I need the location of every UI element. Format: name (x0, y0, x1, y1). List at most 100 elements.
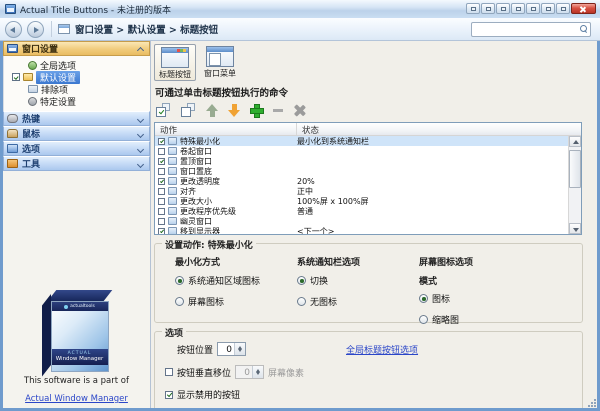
row-checkbox[interactable] (158, 208, 165, 215)
awm-link[interactable]: Actual Window Manager (25, 394, 128, 404)
back-button[interactable] (5, 21, 22, 38)
row-checkbox[interactable] (158, 148, 165, 155)
screen-icon-options-column: 屏幕图标选项 模式 图标 缩略图 (419, 255, 569, 334)
window-menu-tab-icon (206, 46, 234, 67)
global-title-buttons-link[interactable]: 全局标题按钮选项 (346, 343, 418, 356)
table-row[interactable]: 移到显示器 <下一个> (155, 226, 568, 235)
sidebar-section-options[interactable]: 选项 (3, 141, 150, 156)
stepper-arrows-icon[interactable] (234, 343, 245, 355)
restore-button[interactable] (556, 3, 570, 14)
row-checkbox[interactable] (158, 188, 165, 195)
custom-title-button-icon[interactable] (496, 3, 510, 14)
scroll-down-icon[interactable] (569, 223, 581, 234)
tree-checkbox[interactable] (12, 73, 20, 81)
sidebar-section-hotkeys[interactable]: 热键 (3, 111, 150, 126)
window-settings-icon (7, 44, 18, 53)
table-scrollbar[interactable] (568, 136, 581, 234)
search-input[interactable] (474, 24, 574, 35)
radio-label: 无图标 (310, 295, 337, 308)
row-checkbox[interactable] (158, 158, 165, 165)
radio-screen-icon[interactable]: 屏幕图标 (175, 295, 297, 308)
sidebar: 窗口设置 全局选项 默认设置 排除项 (3, 41, 151, 408)
button-position-row: 按钮位置 0 全局标题按钮选项 (177, 342, 582, 356)
table-row[interactable]: 更改程序优先级 普通 (155, 206, 568, 216)
table-row[interactable]: 更改大小 100%屏 x 100%屏 (155, 196, 568, 206)
box-top-face (47, 290, 112, 301)
button-position-stepper[interactable]: 0 (217, 342, 246, 356)
custom-title-button-icon[interactable] (466, 3, 480, 14)
column-header-status[interactable]: 状态 (297, 123, 319, 135)
global-options-icon (28, 61, 37, 70)
section-label: 工具 (22, 157, 40, 170)
table-row[interactable]: 幽灵窗口 (155, 216, 568, 226)
column-title: 最小化方式 (175, 255, 297, 268)
sidebar-section-window-settings[interactable]: 窗口设置 (3, 41, 150, 56)
add-icon[interactable] (250, 104, 264, 118)
move-down-icon[interactable] (228, 103, 241, 118)
tree-item-specific-settings[interactable]: 特定设置 (4, 95, 150, 107)
row-checkbox[interactable] (158, 218, 165, 225)
radio-icon[interactable] (175, 297, 184, 306)
chevron-down-icon[interactable] (138, 116, 144, 122)
radio-toggle[interactable]: 切换 (297, 274, 419, 287)
custom-title-button-icon[interactable] (511, 3, 525, 14)
row-checkbox[interactable] (158, 168, 165, 175)
chevron-down-icon[interactable] (138, 131, 144, 137)
chevron-up-icon[interactable] (138, 46, 144, 52)
minimize-method-column: 最小化方式 系统通知区域图标 屏幕图标 (175, 255, 297, 334)
chevron-down-icon[interactable] (138, 161, 144, 167)
radio-no-icon[interactable]: 无图标 (297, 295, 419, 308)
radio-mode-thumbnail[interactable]: 缩略图 (419, 313, 569, 326)
table-row[interactable]: 对齐 正中 (155, 186, 568, 196)
maximize-button[interactable] (541, 3, 555, 14)
radio-tray-icon[interactable]: 系统通知区域图标 (175, 274, 297, 287)
column-header-action[interactable]: 动作 (155, 123, 297, 135)
custom-title-button-icon[interactable] (481, 3, 495, 14)
scroll-up-icon[interactable] (569, 136, 581, 147)
sidebar-section-tools[interactable]: 工具 (3, 156, 150, 171)
chevron-down-icon[interactable] (138, 146, 144, 152)
table-row[interactable]: 特殊最小化 最小化到系统通知栏 (155, 136, 568, 146)
radio-mode-icon[interactable]: 图标 (419, 292, 569, 305)
radio-selected-icon[interactable] (419, 294, 428, 303)
row-checkbox[interactable] (158, 138, 165, 145)
radio-icon[interactable] (419, 315, 428, 324)
table-row[interactable]: 窗口置底 (155, 166, 568, 176)
tree-item-default-settings[interactable]: 默认设置 (4, 71, 150, 83)
search-icon[interactable] (580, 25, 587, 32)
sidebar-section-mouse[interactable]: 鼠标 (3, 126, 150, 141)
tab-title-buttons[interactable]: 标题按钮 (154, 44, 196, 81)
radio-label: 屏幕图标 (188, 295, 224, 308)
minimize-button[interactable] (526, 3, 540, 14)
row-checkbox[interactable] (158, 178, 165, 185)
remove-icon[interactable] (273, 105, 284, 116)
tree-item-global-options[interactable]: 全局选项 (4, 59, 150, 71)
close-icon[interactable] (571, 3, 596, 14)
uncheck-all-icon[interactable] (181, 103, 197, 118)
row-checkbox[interactable] (158, 198, 165, 205)
vertical-shift-checkbox[interactable] (165, 368, 173, 376)
tree-item-exclusions[interactable]: 排除项 (4, 83, 150, 95)
tab-strip: 标题按钮 窗口菜单 (154, 44, 583, 81)
table-row[interactable]: 卷起窗口 (155, 146, 568, 156)
section-label: 热键 (22, 112, 40, 125)
radio-selected-icon[interactable] (175, 276, 184, 285)
resize-grip[interactable] (588, 399, 596, 407)
forward-button[interactable] (27, 21, 44, 38)
exclusions-icon (28, 85, 38, 93)
move-up-icon[interactable] (206, 103, 219, 118)
vertical-shift-stepper[interactable]: 0 (235, 365, 264, 379)
show-disabled-checkbox[interactable] (165, 391, 173, 399)
radio-selected-icon[interactable] (297, 276, 306, 285)
row-checkbox[interactable] (158, 228, 165, 235)
vertical-shift-label: 按钮垂直移位 (177, 366, 231, 379)
radio-icon[interactable] (297, 297, 306, 306)
delete-icon[interactable] (293, 104, 306, 117)
scrollbar-thumb[interactable] (569, 150, 581, 188)
stepper-arrows-icon[interactable] (252, 366, 263, 378)
box-logo-text: actualtools (70, 304, 95, 309)
check-all-icon[interactable] (156, 103, 172, 118)
table-row[interactable]: 更改透明度 20% (155, 176, 568, 186)
table-row[interactable]: 置顶窗口 (155, 156, 568, 166)
tab-window-menu[interactable]: 窗口菜单 (199, 44, 241, 81)
